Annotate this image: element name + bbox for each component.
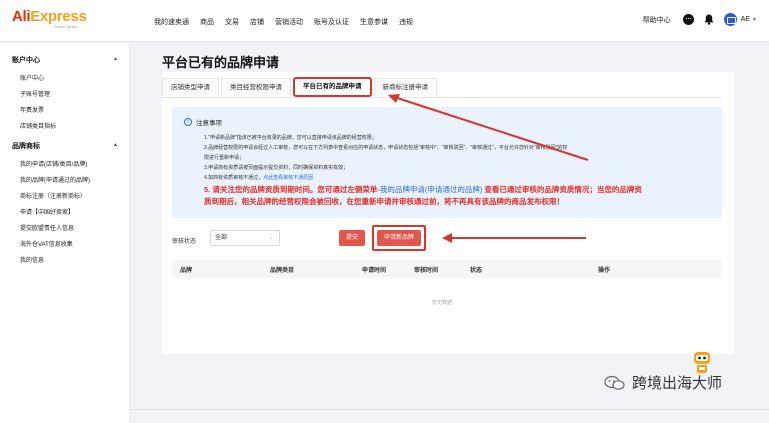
notice-line-4: 3.申请商标资质请按页面提示提交资料，同时确保资料真实有效；	[204, 165, 349, 171]
nav-violations[interactable]: 违规	[399, 17, 413, 27]
empty-state: 暂无数据	[432, 300, 453, 306]
help-center-link[interactable]: 帮助中心	[643, 15, 671, 25]
sidebar-item-store-metrics[interactable]: 店铺类目指标	[20, 121, 56, 130]
chevron-down-icon: ⌄	[268, 235, 273, 241]
sidebar-item-trademark-register[interactable]: 商标注册（注册新商标）	[20, 191, 86, 200]
nav-account[interactable]: 账号及认证	[314, 17, 349, 27]
apply-button-highlight: 申请新品牌	[372, 225, 426, 251]
tab-store-type[interactable]: 店铺类型申请	[162, 78, 219, 96]
watermark: 跨境出海大师	[604, 372, 722, 393]
nav-products[interactable]: 商品	[200, 17, 214, 27]
sidebar-item-account-center[interactable]: 账户中心	[20, 73, 44, 82]
aliexpress-logo[interactable]: AliExpress Seller Center	[12, 8, 87, 29]
sidebar-item-my-info[interactable]: 我的信息	[20, 255, 44, 264]
sidebar-item-my-applications[interactable]: 我的申请(店铺/类目/品牌)	[20, 159, 87, 168]
filter-label: 审核状态	[172, 239, 197, 245]
collapse-icon[interactable]: ▲	[113, 56, 118, 62]
col-review-time: 审核时间	[414, 268, 439, 274]
notice-line-5-text: 4.如商标资质审核不通过，	[204, 175, 264, 181]
sidebar-item-invoice[interactable]: 年费发票	[20, 105, 44, 114]
nav-marketing[interactable]: 营销活动	[275, 17, 303, 27]
warning-text-a: 5. 请关注您的品牌资质到期时间。您可通过左侧菜单-	[204, 185, 380, 194]
col-actions: 操作	[598, 268, 611, 274]
submit-button[interactable]: 提交	[339, 230, 365, 246]
tab-divider	[162, 97, 722, 98]
nav-my-aliexpress[interactable]: 我的速卖通	[154, 17, 189, 27]
status-select[interactable]: 全部 ⌄	[210, 230, 280, 246]
top-bar: AliExpress Seller Center 我的速卖通 商品 交易 店铺 …	[0, 0, 769, 42]
sidebar: 账户中心 ▲ 账户中心 子账号管理 年费发票 店铺类目指标 品牌商标 ▲ 我的申…	[0, 43, 130, 423]
wechat-icon	[604, 375, 625, 390]
notice-header: i 注意事项	[184, 117, 222, 127]
nav-store[interactable]: 店铺	[250, 17, 264, 27]
bell-icon[interactable]	[704, 14, 714, 25]
info-icon: i	[184, 118, 192, 126]
notice-line-3: 限进行重新申请；	[204, 155, 245, 161]
col-status: 状态	[470, 268, 483, 274]
sidebar-item-subaccounts[interactable]: 子账号管理	[20, 89, 50, 98]
notice-box: i 注意事项 1."申请新品牌"指该已被平台收录的品牌，您可以直接申请该品牌的经…	[172, 107, 722, 218]
sidebar-item-good-seller[interactable]: 申请【中国好卖家】	[20, 207, 74, 216]
sidebar-item-eu-responsible[interactable]: 提交欧盟责任人信息	[20, 223, 74, 232]
page-title: 平台已有的品牌申请	[162, 55, 280, 70]
top-right-tools: 帮助中心 AE ▼	[643, 13, 757, 26]
bottom-bar	[130, 409, 769, 423]
table-header: 品牌 品牌类目 申请时间 审核时间 状态 操作	[172, 260, 722, 278]
notice-warning-2: 质到期后，相关品牌的经营权限会被回收，在您重新申请并审核通过前，将不再具有该品牌…	[204, 197, 564, 206]
notice-line-2: 2.品牌经营权限的申请会经过人工审核，您可以在下方列表中查看对应的申请状态，申请…	[204, 145, 568, 151]
collapse-icon[interactable]: ▲	[113, 142, 118, 148]
account-name[interactable]: AE	[741, 16, 750, 23]
notice-title: 注意事项	[196, 120, 222, 127]
logo-text-a: Ali	[12, 8, 31, 25]
status-select-value: 全部	[215, 235, 228, 241]
logo-subtitle: Seller Center	[54, 24, 78, 29]
logo-text-b: Express	[30, 8, 87, 25]
col-apply-time: 申请时间	[362, 268, 387, 274]
notice-line-5: 4.如商标资质审核不通过，点此查看审核不通原因	[204, 174, 313, 181]
nav-business-advisor[interactable]: 生意参谋	[360, 17, 388, 27]
sidebar-section-brand[interactable]: 品牌商标	[12, 141, 40, 151]
notice-line-1: 1."申请新品牌"指该已被平台收录的品牌，您可以直接申请该品牌的经营权限；	[204, 135, 377, 141]
tab-new-trademark[interactable]: 新商标注册申请	[373, 78, 437, 96]
main-card: 店铺类型申请 类目经营权限申请 平台已有的品牌申请 新商标注册申请 i 注意事项…	[162, 72, 734, 354]
tab-existing-brand[interactable]: 平台已有的品牌申请	[293, 77, 372, 97]
sidebar-section-account[interactable]: 账户中心	[12, 55, 40, 65]
tab-category-permission[interactable]: 类目经营权限申请	[221, 78, 291, 96]
sidebar-item-my-brands[interactable]: 我的品牌(申请通过的品牌)	[20, 175, 90, 184]
notice-warning-1: 5. 请关注您的品牌资质到期时间。您可通过左侧菜单-我的品牌申请(申请通过的品牌…	[204, 184, 642, 195]
col-category: 品牌类目	[270, 268, 295, 274]
nav-trade[interactable]: 交易	[225, 17, 239, 27]
avatar[interactable]	[723, 13, 737, 26]
warning-text-c: 查看已通过审核的品牌资质情况；当您的品牌资	[482, 185, 642, 194]
my-brands-link[interactable]: 我的品牌申请(申请通过的品牌)	[380, 185, 483, 194]
watermark-text: 跨境出海大师	[632, 375, 723, 392]
chevron-down-icon[interactable]: ▼	[752, 17, 757, 23]
review-reason-link[interactable]: 点此查看审核不通原因	[263, 175, 313, 181]
top-nav: 我的速卖通 商品 交易 店铺 营销活动 账号及认证 生意参谋 违规	[154, 17, 424, 27]
sidebar-item-vat-info[interactable]: 海外仓VAT信息收集	[20, 239, 73, 248]
chat-icon[interactable]	[682, 14, 694, 25]
apply-new-brand-button[interactable]: 申请新品牌	[377, 230, 421, 246]
col-brand: 品牌	[180, 268, 193, 274]
